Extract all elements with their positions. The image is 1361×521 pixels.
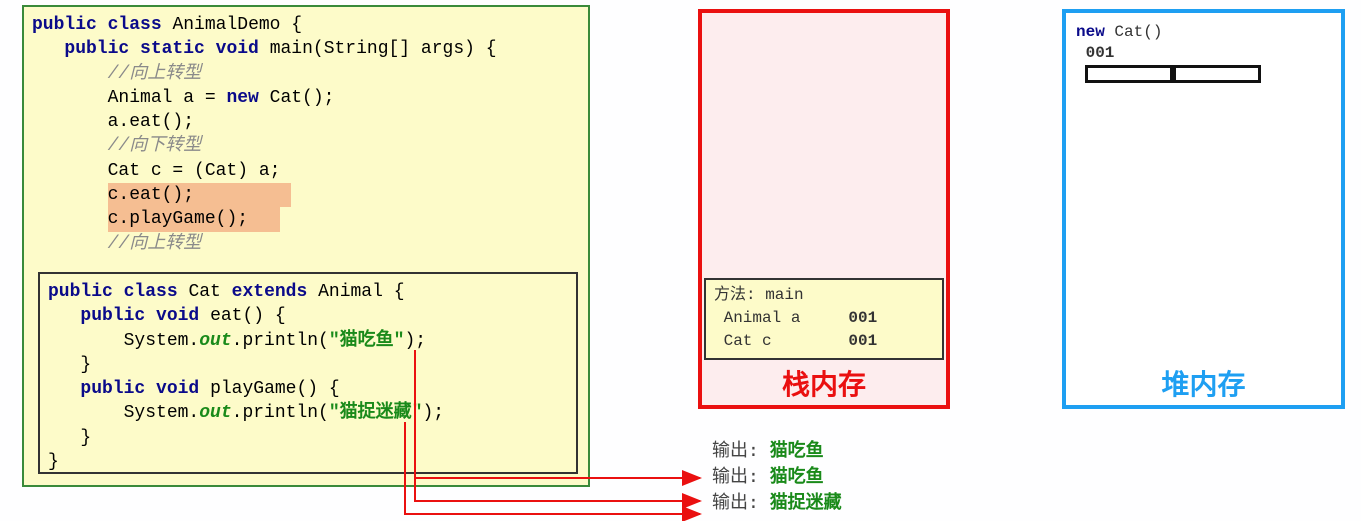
line-new-b: Cat(); [259,88,335,108]
line-cast: Cat c = (Cat) a; [32,161,280,181]
class-name: AnimalDemo { [172,15,302,35]
out-ref-2: out [199,403,231,423]
console-output: 输出: 猫吃鱼 输出: 猫吃鱼 输出: 猫捉迷藏 [712,438,842,516]
code-panel-inner: public class Cat extends Animal { public… [38,272,578,474]
kw-public: public [64,39,129,59]
play-sig: playGame() { [210,379,340,399]
println-pre-2: System. [48,403,199,423]
addr-a: 001 [848,309,877,327]
line-new-a: Animal a = [32,88,226,108]
frame-title: 方法: main [714,286,804,304]
cat-name: Cat [188,282,231,302]
addr-c: 001 [848,332,877,350]
out-lbl-1: 输出: [712,440,770,461]
kw-new-heap: new [1076,23,1105,41]
stack-frame-main: 方法: main Animal a 001 Cat c 001 [704,278,944,360]
line-c-play: c.playGame(); [108,209,248,229]
kw-new: new [226,88,258,108]
var-animal-a: Animal a [714,309,848,327]
line-a-eat: a.eat(); [32,112,194,132]
kw-void: void [216,39,259,59]
println-pre-1: System. [48,331,199,351]
kw-public: public [80,379,145,399]
code-animal-demo: public class AnimalDemo { public static … [24,7,588,262]
super-name: Animal { [307,282,404,302]
kw-void: void [156,306,199,326]
kw-extends: extends [232,282,308,302]
line-c-eat: c.eat(); [108,185,194,205]
stack-label: 栈内存 [698,363,950,403]
heap-cell-1 [1085,65,1173,83]
var-cat-c: Cat c [714,332,848,350]
comment-upcast-2: //向上转型 [108,234,202,254]
println-post-2: .println( [232,403,329,423]
kw-public: public [48,282,113,302]
heap-new-expr: Cat() [1105,23,1163,41]
heap-addr: 001 [1076,44,1114,62]
heap-object-cat: new Cat() 001 [1076,22,1162,64]
kw-class: class [124,282,178,302]
heap-cells [1085,65,1267,85]
out-val-3: 猫捉迷藏 [770,492,842,513]
kw-class: class [108,15,162,35]
out-lbl-2: 输出: [712,466,770,487]
kw-void: void [156,379,199,399]
str-hide: "猫捉迷藏" [329,403,423,423]
heap-label: 堆内存 [1062,363,1345,403]
kw-public: public [32,15,97,35]
code-cat-class: public class Cat extends Animal { public… [40,274,576,480]
highlight-c-play: c.playGame(); [108,207,281,231]
out-val-2: 猫吃鱼 [770,466,824,487]
heap-cell-2 [1173,65,1261,83]
comment-downcast: //向下转型 [108,136,202,156]
str-fish: "猫吃鱼" [329,331,405,351]
out-lbl-3: 输出: [712,492,770,513]
out-val-1: 猫吃鱼 [770,440,824,461]
kw-static: static [140,39,205,59]
println-post-1: .println( [232,331,329,351]
out-ref-1: out [199,331,231,351]
main-sig: main(String[] args) { [270,39,497,59]
highlight-c-eat: c.eat(); [108,183,292,207]
eat-sig: eat() { [210,306,286,326]
comment-upcast-1: //向上转型 [108,64,202,84]
kw-public: public [80,306,145,326]
